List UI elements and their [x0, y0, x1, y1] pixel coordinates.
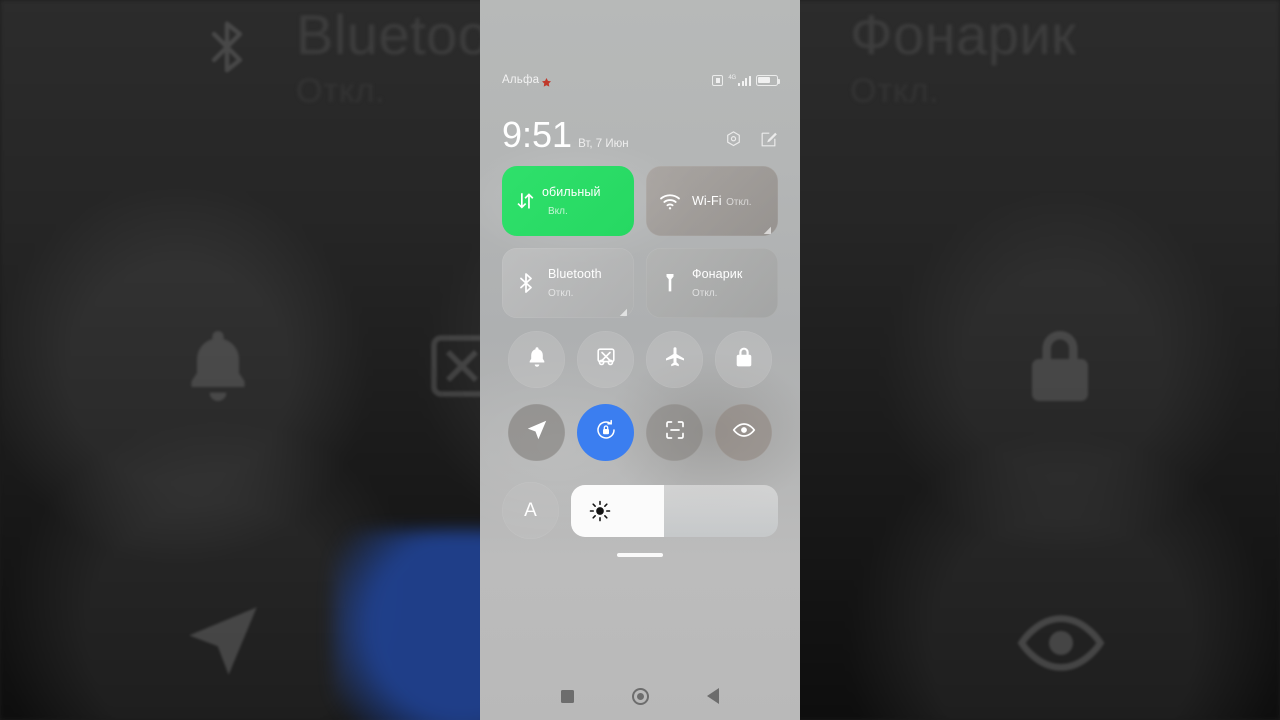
tile-flashlight-title: Фонарик [692, 267, 743, 281]
lock-icon [732, 345, 756, 374]
background-ghost-text-3: Откл. [850, 72, 940, 110]
signal-bars [737, 75, 751, 86]
tile-wifi-subtitle: Откл. [726, 197, 752, 208]
background-lock-icon [1018, 324, 1102, 413]
brightness-sun-icon [589, 500, 611, 522]
toggle-screenshot[interactable] [577, 331, 634, 388]
tile-mobile-data-title: обильный [542, 185, 601, 199]
clock-group: 9:51 Вт, 7 Июн [502, 116, 629, 154]
brightness-slider-fill [571, 484, 665, 537]
tile-mobile-data-subtitle: Вкл. [548, 206, 568, 217]
home-indicator[interactable] [617, 553, 663, 557]
tile-bluetooth-expand-arrow-icon[interactable] [618, 303, 627, 316]
location-arrow-icon [525, 418, 549, 447]
control-center-panel: Альфа 4G 9:51 Вт, 7 Июн обильный Вкл. Wi… [480, 0, 800, 720]
mobile-data-icon [513, 188, 539, 214]
carrier-group: Альфа [502, 74, 552, 87]
tile-wifi-title: Wi-Fi [692, 194, 722, 208]
red-notification-icon [542, 75, 552, 87]
quick-settings-tiles: обильный Вкл. Wi-Fi Откл. Bluetooth Откл… [480, 166, 800, 318]
signal-bars-icon: 4G [728, 75, 751, 86]
back-triangle-icon[interactable] [707, 688, 719, 704]
recents-square-icon[interactable] [561, 689, 574, 703]
tile-mobile-data[interactable]: обильный Вкл. [502, 166, 634, 236]
tile-wifi[interactable]: Wi-Fi Откл. [646, 166, 778, 236]
background-bell-icon [176, 324, 260, 413]
toggle-scanner[interactable] [646, 404, 703, 461]
clock-row: 9:51 Вт, 7 Июн [480, 108, 800, 154]
tile-wifi-expand-arrow-icon[interactable] [762, 221, 771, 234]
bluetooth-icon [513, 270, 539, 296]
home-circle-icon[interactable] [632, 687, 649, 705]
tile-bluetooth[interactable]: Bluetooth Откл. [502, 248, 634, 318]
network-type-label: 4G [728, 74, 736, 81]
tile-flashlight-text: Фонарик Откл. [692, 265, 767, 301]
brightness-row: A [480, 482, 800, 539]
background-location-arrow-icon [178, 596, 268, 691]
navigation-bar [480, 672, 800, 720]
background-eye-icon [1016, 598, 1106, 693]
tile-flashlight[interactable]: Фонарик Откл. [646, 248, 778, 318]
background-ghost-text-2: Фонарик [850, 3, 1077, 66]
tile-wifi-text: Wi-Fi Откл. [692, 192, 752, 210]
status-icons-group: 4G [712, 74, 780, 86]
header-actions [724, 130, 778, 154]
background-bluetooth-icon [196, 12, 258, 82]
tile-bluetooth-title: Bluetooth [548, 267, 602, 281]
toggle-row-1 [480, 331, 800, 388]
toggle-location[interactable] [508, 404, 565, 461]
bell-icon [525, 345, 549, 374]
toggle-airplane-mode[interactable] [646, 331, 703, 388]
edit-icon[interactable] [759, 130, 778, 149]
clock-date: Вт, 7 Июн [578, 138, 629, 150]
toggle-row-2 [480, 404, 800, 461]
auto-brightness-label: A [524, 499, 537, 521]
scissors-icon [594, 345, 618, 374]
tile-bluetooth-text: Bluetooth Откл. [548, 265, 623, 301]
toggle-silent-mode[interactable] [508, 331, 565, 388]
toggle-screen-lock[interactable] [715, 331, 772, 388]
battery-icon [756, 74, 780, 86]
carrier-name: Альфа [502, 74, 540, 86]
clock-time: 9:51 [502, 114, 573, 155]
toggle-reading-mode[interactable] [715, 404, 772, 461]
status-bar: Альфа 4G [480, 68, 800, 92]
scan-frame-icon [663, 418, 687, 447]
tile-mobile-data-text: обильный Вкл. [542, 183, 623, 219]
background-ghost-text-0: Bluetoo [296, 3, 490, 66]
rotation-lock-icon [594, 418, 618, 447]
background-ghost-text-1: Откл. [296, 72, 386, 110]
tile-bluetooth-subtitle: Откл. [548, 288, 574, 299]
airplane-icon [663, 345, 687, 374]
auto-brightness-button[interactable]: A [502, 482, 559, 539]
wifi-icon [657, 188, 683, 214]
toggle-rotation-lock[interactable] [577, 404, 634, 461]
tile-flashlight-subtitle: Откл. [692, 288, 718, 299]
flashlight-icon [657, 270, 683, 296]
gear-icon[interactable] [724, 130, 743, 149]
sim-card-icon [712, 74, 724, 86]
eye-icon [732, 418, 756, 447]
screen: Bluetoo Откл. Фонарик Откл. Альфа 4G 9:5… [0, 0, 1280, 720]
brightness-slider[interactable] [571, 484, 778, 537]
